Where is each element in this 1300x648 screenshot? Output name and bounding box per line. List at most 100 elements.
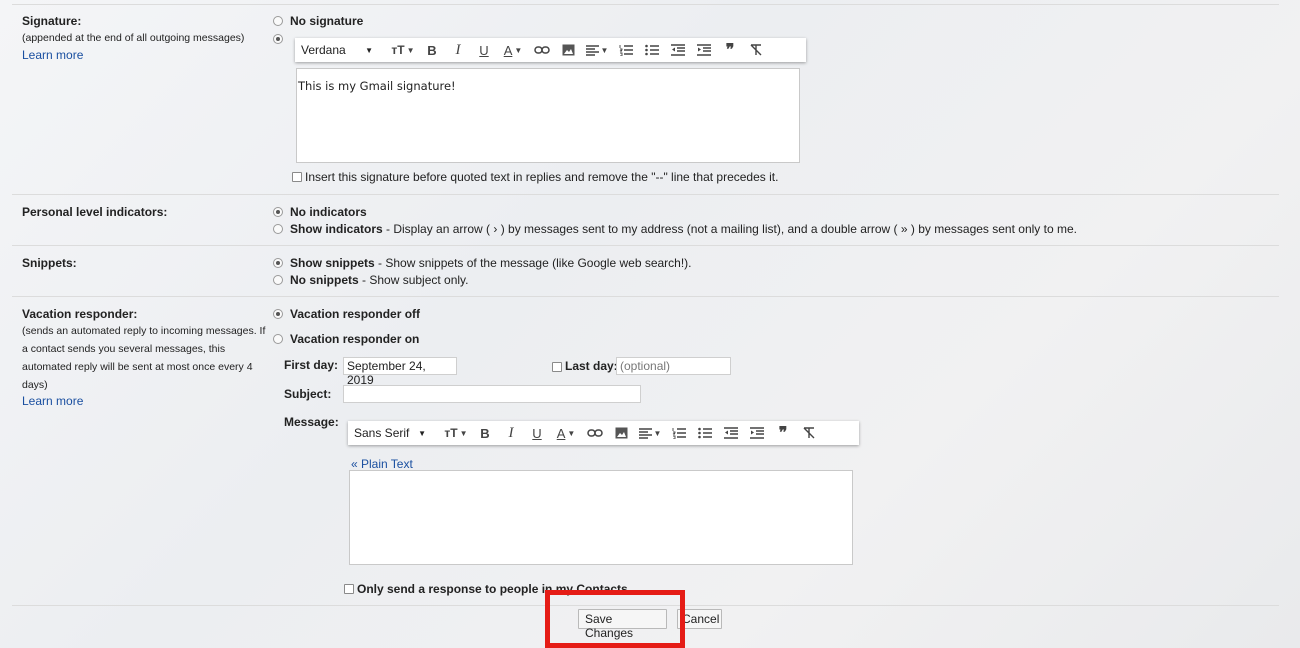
no-snippets-description: - Show subject only. (358, 273, 469, 287)
link-button[interactable] (582, 421, 608, 445)
first-day-input[interactable]: September 24, 2019 (343, 357, 457, 387)
no-snippets-label: No snippets (290, 273, 359, 287)
show-indicators-label: Show indicators (290, 222, 383, 236)
last-day-label: Last day: (565, 359, 618, 373)
underline-button[interactable]: U (471, 38, 497, 62)
contacts-only-checkbox[interactable] (344, 584, 354, 594)
vacation-on-radio[interactable] (273, 334, 283, 344)
chevron-down-icon: ▼ (514, 45, 523, 55)
image-icon (562, 44, 574, 56)
signature-editor[interactable]: This is my Gmail signature! (296, 68, 800, 163)
bulleted-list-button[interactable] (639, 38, 665, 62)
snippets-label: Snippets: (22, 256, 77, 270)
text-color-button[interactable]: A ▼ (497, 38, 529, 62)
indent-less-button[interactable] (665, 38, 691, 62)
signature-learn-more-link[interactable]: Learn more (22, 48, 83, 62)
remove-formatting-icon (750, 44, 762, 56)
align-button[interactable]: ▼ (581, 38, 613, 62)
bold-icon: B (427, 42, 437, 58)
align-button[interactable]: ▼ (634, 421, 666, 445)
no-signature-radio[interactable] (273, 16, 283, 26)
link-button[interactable] (529, 38, 555, 62)
vacation-learn-more-link[interactable]: Learn more (22, 394, 83, 408)
chevron-down-icon: ▼ (365, 45, 373, 55)
bold-button[interactable]: B (472, 421, 498, 445)
quote-button[interactable]: ❞ (770, 421, 796, 445)
bulleted-list-icon (645, 44, 659, 56)
save-changes-button[interactable]: Save Changes (578, 609, 667, 640)
numbered-list-button[interactable] (613, 38, 639, 62)
show-indicators-radio[interactable] (273, 224, 283, 234)
insert-image-button[interactable] (555, 38, 581, 62)
italic-icon: I (508, 424, 514, 441)
indent-more-icon (697, 44, 711, 56)
underline-icon: U (479, 42, 489, 58)
align-left-icon (638, 427, 652, 439)
numbered-list-icon (672, 428, 686, 439)
italic-button[interactable]: I (445, 38, 471, 62)
font-size-button[interactable]: тT ▼ (440, 421, 472, 445)
indent-less-icon (724, 427, 738, 439)
text-color-icon: A (503, 42, 513, 58)
signature-label: Signature: (22, 14, 82, 28)
font-size-button[interactable]: тT ▼ (387, 38, 419, 62)
vacation-description-line4: days) (22, 379, 48, 391)
numbered-list-icon (619, 45, 633, 56)
vacation-description-line3: automated reply will be sent at most onc… (22, 361, 253, 373)
show-snippets-description: - Show snippets of the message (like Goo… (374, 256, 692, 270)
remove-formatting-button[interactable] (743, 38, 769, 62)
last-day-checkbox[interactable] (552, 362, 562, 372)
remove-formatting-button[interactable] (796, 421, 822, 445)
insert-before-quoted-checkbox[interactable] (292, 172, 302, 182)
divider (12, 194, 1279, 195)
custom-signature-radio[interactable] (273, 34, 283, 44)
chevron-down-icon: ▼ (459, 428, 468, 438)
message-toolbar: Sans Serif ▼ тT ▼ B I U A ▼ ▼ ❞ (348, 421, 859, 445)
vacation-label: Vacation responder: (22, 307, 138, 321)
show-snippets-radio[interactable] (273, 258, 283, 268)
font-family-select[interactable]: Sans Serif ▼ (354, 426, 426, 440)
font-family-select[interactable]: Verdana ▼ (301, 43, 373, 57)
align-left-icon (585, 44, 599, 56)
message-label: Message: (284, 415, 339, 429)
no-snippets-radio[interactable] (273, 275, 283, 285)
divider (12, 4, 1279, 5)
personal-level-label: Personal level indicators: (22, 205, 168, 219)
show-snippets-label: Show snippets (290, 256, 375, 270)
bulleted-list-button[interactable] (692, 421, 718, 445)
underline-button[interactable]: U (524, 421, 550, 445)
subject-input[interactable] (343, 385, 641, 403)
indent-less-button[interactable] (718, 421, 744, 445)
italic-button[interactable]: I (498, 421, 524, 445)
indent-more-button[interactable] (744, 421, 770, 445)
vacation-description-line1: (sends an automated reply to incoming me… (22, 325, 266, 337)
bold-button[interactable]: B (419, 38, 445, 62)
insert-image-button[interactable] (608, 421, 634, 445)
signature-text: This is my Gmail signature! (298, 79, 456, 93)
chevron-down-icon: ▼ (567, 428, 576, 438)
message-editor[interactable] (349, 470, 853, 565)
last-day-input[interactable]: (optional) (616, 357, 731, 375)
bulleted-list-icon (698, 427, 712, 439)
text-color-button[interactable]: A ▼ (550, 421, 582, 445)
no-indicators-radio[interactable] (273, 207, 283, 217)
vacation-off-radio[interactable] (273, 309, 283, 319)
text-color-icon: A (556, 425, 566, 441)
signature-toolbar: Verdana ▼ тT ▼ B I U A ▼ ▼ ❞ (295, 38, 806, 62)
font-family-value: Verdana (301, 43, 346, 57)
subject-label: Subject: (284, 387, 332, 401)
show-indicators-description: - Display an arrow ( › ) by messages sen… (382, 222, 1077, 236)
quote-button[interactable]: ❞ (717, 38, 743, 62)
insert-before-quoted-label: Insert this signature before quoted text… (305, 170, 779, 184)
indent-more-button[interactable] (691, 38, 717, 62)
first-day-label: First day: (284, 358, 339, 372)
link-icon (587, 429, 603, 437)
vacation-description-line2: a contact sends you several messages, th… (22, 343, 226, 355)
underline-icon: U (532, 425, 542, 441)
chevron-down-icon: ▼ (418, 428, 426, 438)
signature-description: (appended at the end of all outgoing mes… (22, 32, 245, 44)
indent-less-icon (671, 44, 685, 56)
numbered-list-button[interactable] (666, 421, 692, 445)
link-icon (534, 46, 550, 54)
plain-text-link[interactable]: « Plain Text (351, 457, 413, 471)
